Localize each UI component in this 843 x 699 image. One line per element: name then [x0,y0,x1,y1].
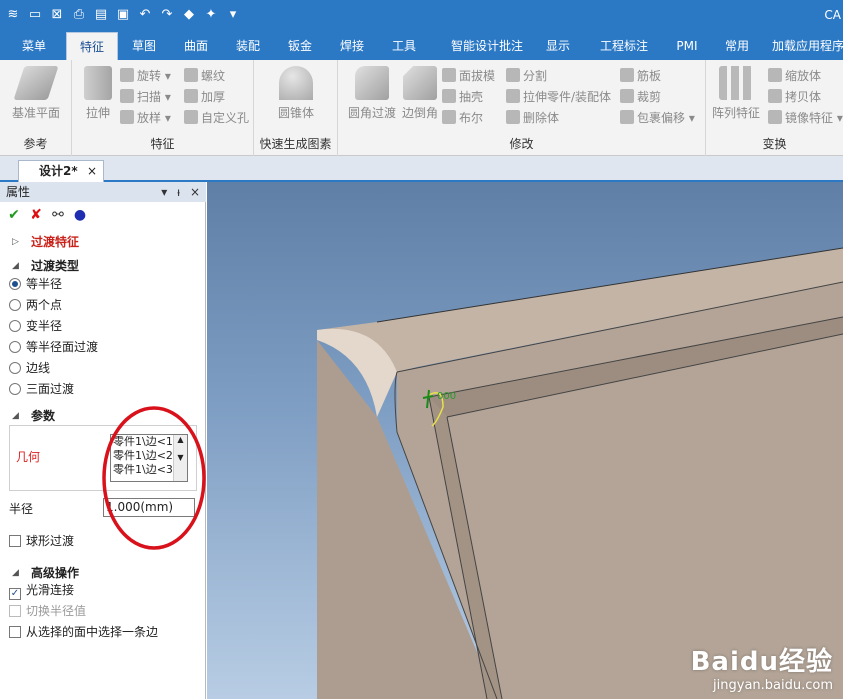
3d-viewport[interactable]: 000 Baidu经验 jingyan.baidu.com [207,182,843,699]
watermark: Baidu经验 jingyan.baidu.com [691,641,833,693]
edge-annotation-label: 000 [437,391,457,402]
watermark-url: jingyan.baidu.com [713,678,833,693]
watermark-brand: Baidu经验 [690,647,833,677]
model-canvas[interactable] [207,182,843,699]
highlight-circle [102,406,206,550]
